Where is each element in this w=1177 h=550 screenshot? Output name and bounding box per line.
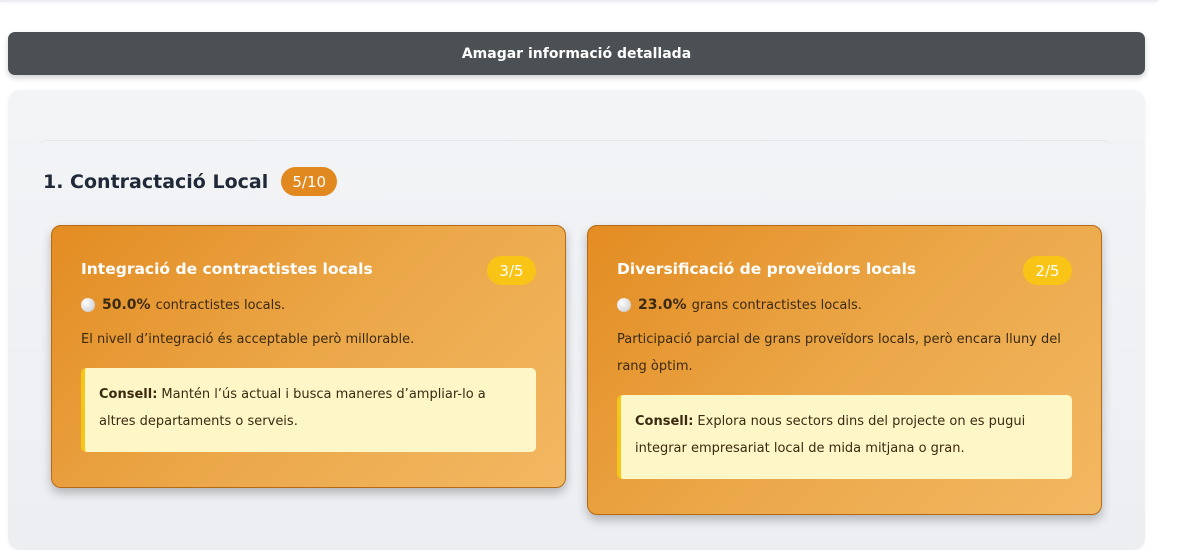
card-metric: 23.0% grans contractistes locals. (617, 297, 862, 313)
circle-indicator-icon (81, 298, 95, 312)
metric-label: contractistes locals. (155, 297, 286, 313)
advice-label: Consell: (635, 414, 694, 429)
advice-text: Mantén l’ús actual i busca maneres d’amp… (99, 387, 486, 429)
card-description: Participació parcial de grans proveïdors… (617, 332, 1061, 374)
top-divider (0, 0, 1158, 2)
section-score-badge: 5/10 (281, 167, 338, 196)
advice-text: Explora nous sectors dins del projecte o… (635, 414, 1026, 456)
details-panel: 1. Contractació Local 5/10 Integració de… (8, 90, 1145, 550)
hide-details-button[interactable]: Amagar informació detallada (8, 32, 1145, 75)
card-score-badge: 2/5 (1023, 256, 1072, 285)
card-title: Integració de contractistes locals (81, 260, 373, 278)
card-supplier-diversification: Diversificació de proveïdors locals 2/5 … (587, 225, 1102, 515)
card-title: Diversificació de proveïdors locals (617, 260, 917, 278)
advice-box: Consell: Explora nous sectors dins del pr… (617, 395, 1072, 479)
metric-value: 50.0% (102, 297, 151, 313)
section-title: 1. Contractació Local (43, 170, 269, 193)
card-local-contractors: Integració de contractistes locals 3/5 5… (51, 225, 566, 488)
panel-divider (36, 140, 1114, 153)
advice-label: Consell: (99, 387, 158, 402)
advice-box: Consell: Mantén l’ús actual i busca maner… (81, 368, 536, 452)
card-score-badge: 3/5 (487, 256, 536, 285)
card-metric: 50.0% contractistes locals. (81, 297, 285, 313)
card-description: El nivell d’integració és acceptable per… (81, 332, 415, 347)
circle-indicator-icon (617, 298, 631, 312)
section-header: 1. Contractació Local 5/10 (43, 167, 338, 196)
metric-value: 23.0% (638, 297, 687, 313)
metric-label: grans contractistes locals. (691, 297, 862, 313)
